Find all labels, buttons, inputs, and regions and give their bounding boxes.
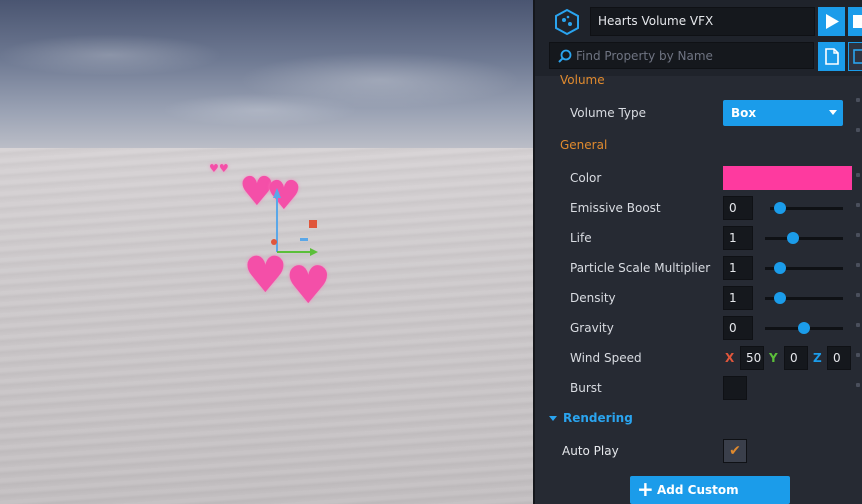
add-custom-property-label: Add Custom Property bbox=[657, 483, 739, 497]
reset-dot[interactable] bbox=[856, 203, 860, 207]
search-placeholder: Find Property by Name bbox=[576, 49, 713, 63]
wind-z-axis-label: Z bbox=[813, 351, 822, 365]
properties-panel: Hearts Volume VFX Find Property by Name bbox=[533, 0, 862, 504]
property-list: Volume Volume Type Box General Color Emi… bbox=[535, 73, 862, 504]
slider-knob[interactable] bbox=[774, 292, 786, 304]
section-volume: Volume bbox=[560, 73, 605, 87]
plus-icon: + bbox=[637, 477, 654, 501]
wind-x-input[interactable]: 50 bbox=[740, 346, 764, 370]
auto-play-checkbox[interactable]: ✔ bbox=[723, 439, 747, 463]
density-slider[interactable] bbox=[765, 292, 843, 304]
particle-scale-slider[interactable] bbox=[765, 262, 843, 274]
object-name-field[interactable]: Hearts Volume VFX bbox=[590, 7, 815, 36]
emissive-boost-input[interactable]: 0 bbox=[723, 196, 753, 220]
panel-header: Hearts Volume VFX Find Property by Name bbox=[535, 0, 862, 76]
reset-dot[interactable] bbox=[856, 128, 860, 132]
checkmark-icon: ✔ bbox=[729, 443, 741, 459]
reset-dot[interactable] bbox=[856, 263, 860, 267]
stop-icon bbox=[853, 15, 862, 28]
sky-clouds bbox=[0, 0, 533, 150]
section-general: General bbox=[560, 138, 608, 152]
reset-dot[interactable] bbox=[856, 98, 860, 102]
particle-scale-label: Particle Scale Multiplier bbox=[570, 261, 711, 275]
auto-play-label: Auto Play bbox=[562, 444, 619, 458]
wind-z-input[interactable]: 0 bbox=[827, 346, 851, 370]
heart-particle: ♥♥ bbox=[209, 162, 229, 175]
stop-button[interactable] bbox=[848, 7, 862, 36]
density-input[interactable]: 1 bbox=[723, 286, 753, 310]
burst-label: Burst bbox=[570, 381, 602, 395]
panel-icon bbox=[853, 49, 862, 64]
search-icon bbox=[558, 49, 572, 63]
section-rendering: Rendering bbox=[563, 411, 633, 425]
wind-x-axis-label: X bbox=[725, 351, 735, 365]
life-label: Life bbox=[570, 231, 592, 245]
add-custom-property-button[interactable]: + Add Custom Property bbox=[630, 476, 790, 504]
document-button[interactable] bbox=[818, 42, 845, 71]
property-search-input[interactable]: Find Property by Name bbox=[549, 42, 814, 69]
layout-button[interactable] bbox=[848, 42, 862, 71]
volume-type-label: Volume Type bbox=[570, 106, 647, 120]
slider-knob[interactable] bbox=[774, 262, 786, 274]
reset-dot[interactable] bbox=[856, 383, 860, 387]
gravity-input[interactable]: 0 bbox=[723, 316, 753, 340]
section-rendering-header[interactable]: Rendering bbox=[535, 406, 862, 431]
reset-dot[interactable] bbox=[856, 353, 860, 357]
color-label: Color bbox=[570, 171, 602, 185]
gravity-label: Gravity bbox=[570, 321, 614, 335]
reset-dot[interactable] bbox=[856, 293, 860, 297]
play-button[interactable] bbox=[818, 7, 845, 36]
chevron-down-icon bbox=[549, 416, 557, 421]
density-label: Density bbox=[570, 291, 616, 305]
play-icon bbox=[826, 14, 839, 29]
color-swatch[interactable] bbox=[723, 166, 852, 190]
editor-root: ♥♥ ♥ ♥ ♥ ♥ Hearts Volume VFX Find Proper… bbox=[0, 0, 862, 504]
wind-y-axis-label: Y bbox=[769, 351, 778, 365]
vfx-object-icon bbox=[555, 8, 579, 36]
volume-type-dropdown[interactable]: Box bbox=[723, 100, 843, 126]
volume-type-value: Box bbox=[731, 106, 757, 120]
document-icon bbox=[825, 48, 839, 65]
scene-viewport[interactable]: ♥♥ ♥ ♥ ♥ ♥ bbox=[0, 0, 533, 504]
life-slider[interactable] bbox=[765, 232, 843, 244]
chevron-down-icon bbox=[829, 110, 837, 115]
particle-scale-input[interactable]: 1 bbox=[723, 256, 753, 280]
emissive-boost-label: Emissive Boost bbox=[570, 201, 661, 215]
slider-knob[interactable] bbox=[774, 202, 786, 214]
reset-dot[interactable] bbox=[856, 173, 860, 177]
wind-speed-label: Wind Speed bbox=[570, 351, 642, 365]
wind-y-input[interactable]: 0 bbox=[784, 346, 808, 370]
reset-dot[interactable] bbox=[856, 323, 860, 327]
life-input[interactable]: 1 bbox=[723, 226, 753, 250]
slider-knob[interactable] bbox=[798, 322, 810, 334]
burst-checkbox[interactable] bbox=[723, 376, 747, 400]
slider-knob[interactable] bbox=[787, 232, 799, 244]
transform-gizmo[interactable] bbox=[260, 180, 330, 270]
reset-dot[interactable] bbox=[856, 233, 860, 237]
emissive-boost-slider[interactable] bbox=[770, 202, 843, 214]
gravity-slider[interactable] bbox=[765, 322, 843, 334]
